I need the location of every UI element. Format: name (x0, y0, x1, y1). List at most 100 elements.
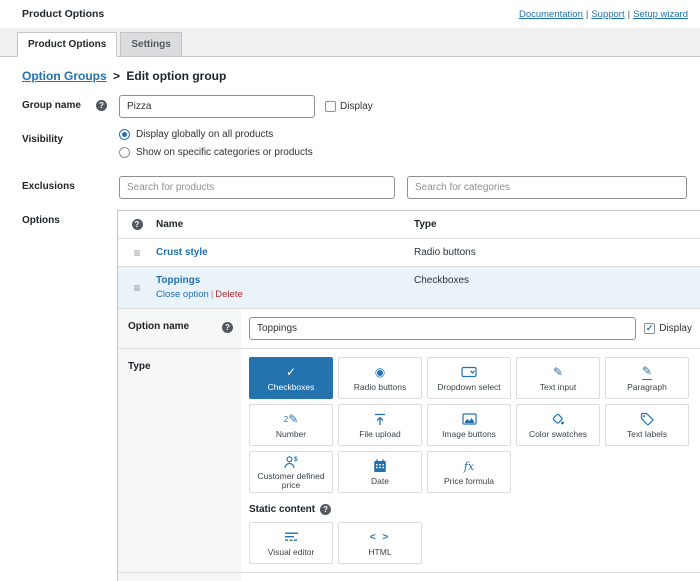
group-name-label: Group name (22, 100, 81, 111)
visibility-option-label: Display globally on all products (136, 129, 274, 140)
checked-checkbox-icon (644, 323, 656, 334)
header-links: Documentation | Support | Setup wizard (519, 9, 688, 20)
formula-icon: fx (463, 459, 475, 473)
option-display-checkbox[interactable]: Display (644, 323, 692, 334)
visibility-option-label: Show on specific categories or products (136, 147, 313, 158)
options-table-header: ? Name Type (118, 211, 700, 239)
type-label: Type (128, 361, 151, 372)
group-name-row: Group name ? Display (22, 95, 690, 118)
visibility-label: Visibility (22, 134, 63, 145)
image-icon (461, 412, 477, 427)
tile-checkboxes[interactable]: ✓ Checkboxes (249, 357, 333, 399)
calendar-icon (373, 459, 387, 474)
actions-separator: | (210, 289, 214, 300)
tile-file-upload[interactable]: File upload (338, 404, 422, 446)
choices-editor-row: Choices ? Label ? Price Type Pri (118, 572, 700, 581)
tile-text-input[interactable]: ✎ Text input (516, 357, 600, 399)
option-display-label: Display (659, 323, 692, 334)
number-icon: 2✎ (283, 411, 299, 426)
option-crust-style-link[interactable]: Crust style (156, 247, 414, 258)
help-icon[interactable]: ? (96, 100, 107, 111)
delete-option-link[interactable]: Delete (215, 289, 242, 300)
static-content-label: Static content ? (249, 504, 692, 515)
static-content-tiles: Visual editor < > HTML (249, 522, 692, 564)
row-actions: Close option | Delete (156, 289, 414, 300)
option-toppings-link[interactable]: Toppings (156, 275, 200, 286)
droplet-icon (551, 412, 565, 427)
breadcrumb-separator: > (113, 69, 121, 83)
group-display-checkbox[interactable]: Display (325, 101, 373, 112)
radio-icon: ◉ (374, 364, 386, 379)
option-type-value: Radio buttons (414, 247, 476, 258)
link-separator: | (585, 8, 589, 20)
type-tiles: ✓ Checkboxes ◉ Radio buttons Dropdown se… (249, 357, 692, 493)
options-table: ? Name Type ≡ Crust style Radio buttons … (117, 210, 700, 581)
option-name-label: Option name (128, 321, 190, 332)
checkbox-icon: ✓ (285, 364, 297, 379)
tile-radio-buttons[interactable]: ◉ Radio buttons (338, 357, 422, 399)
tile-color-swatches[interactable]: Color swatches (516, 404, 600, 446)
tile-price-formula[interactable]: fx Price formula (427, 451, 511, 493)
radio-selected-icon (119, 129, 130, 140)
tile-date[interactable]: Date (338, 451, 422, 493)
help-icon[interactable]: ? (320, 504, 332, 515)
drag-handle-icon[interactable]: ≡ (133, 282, 140, 294)
tile-html[interactable]: < > HTML (338, 522, 422, 564)
checkbox-icon (325, 101, 336, 112)
pencil-icon: ✎ (552, 364, 564, 379)
radio-icon (119, 147, 130, 158)
close-option-link[interactable]: Close option (156, 289, 209, 300)
exclusions-products-input[interactable] (119, 176, 395, 199)
top-bar: Product Options Documentation | Support | Se… (0, 0, 700, 28)
tile-number[interactable]: 2✎ Number (249, 404, 333, 446)
breadcrumb-current: Edit option group (126, 69, 227, 83)
page-title: Product Options (22, 8, 105, 20)
options-col-type: Type (414, 219, 437, 230)
option-type-value: Checkboxes (414, 275, 470, 286)
tile-text-labels[interactable]: Text labels (605, 404, 689, 446)
visibility-row: Visibility Display globally on all produ… (22, 129, 690, 165)
options-row: Options ? Name Type ≡ Crust style Radio … (22, 210, 700, 581)
tab-settings[interactable]: Settings (120, 32, 182, 57)
tile-image-buttons[interactable]: Image buttons (427, 404, 511, 446)
exclusions-label: Exclusions (22, 181, 75, 192)
option-name-input[interactable] (249, 317, 637, 340)
setup-wizard-link[interactable]: Setup wizard (633, 9, 688, 20)
tab-product-options[interactable]: Product Options (17, 32, 118, 57)
table-row: ≡ Crust style Radio buttons (118, 239, 700, 267)
table-row: ≡ Toppings Close option | Delete Checkboxe… (118, 267, 700, 308)
upload-icon (373, 412, 387, 427)
options-label: Options (22, 215, 60, 226)
tab-strip: Product Options Settings (0, 28, 700, 57)
tile-customer-defined-price[interactable]: $ Customer defined price (249, 451, 333, 493)
option-groups-link[interactable]: Option Groups (22, 69, 107, 83)
tile-dropdown-select[interactable]: Dropdown select (427, 357, 511, 399)
tile-paragraph[interactable]: ✎ Paragraph (605, 357, 689, 399)
visibility-radio-specific[interactable]: Show on specific categories or products (119, 147, 313, 158)
exclusions-categories-input[interactable] (407, 176, 687, 199)
drag-handle-icon[interactable]: ≡ (133, 247, 140, 259)
help-icon[interactable]: ? (131, 219, 143, 230)
main-content: Option Groups > Edit option group Group … (0, 57, 700, 581)
tag-icon (640, 412, 654, 427)
group-display-label: Display (340, 101, 373, 112)
support-link[interactable]: Support (591, 9, 624, 20)
person-dollar-icon: $ (283, 454, 299, 469)
exclusions-row: Exclusions (22, 176, 690, 199)
visual-editor-icon (284, 530, 299, 545)
help-icon[interactable]: ? (222, 322, 233, 333)
html-icon: < > (369, 531, 391, 543)
option-name-editor-row: Option name ? Display (118, 308, 700, 348)
product-options-page: Product Options Documentation | Support | Se… (0, 0, 700, 581)
paragraph-icon: ✎ (641, 364, 653, 380)
breadcrumb: Option Groups > Edit option group (22, 69, 690, 83)
options-col-name: Name (156, 219, 184, 230)
group-name-input[interactable] (119, 95, 315, 118)
visibility-radio-global[interactable]: Display globally on all products (119, 129, 273, 140)
type-editor-row: Type ✓ Checkboxes ◉ Radio buttons Dropdo… (118, 348, 700, 572)
svg-text:$: $ (294, 456, 298, 463)
tile-visual-editor[interactable]: Visual editor (249, 522, 333, 564)
link-separator: | (627, 8, 631, 20)
documentation-link[interactable]: Documentation (519, 9, 583, 20)
dropdown-icon (461, 365, 477, 380)
